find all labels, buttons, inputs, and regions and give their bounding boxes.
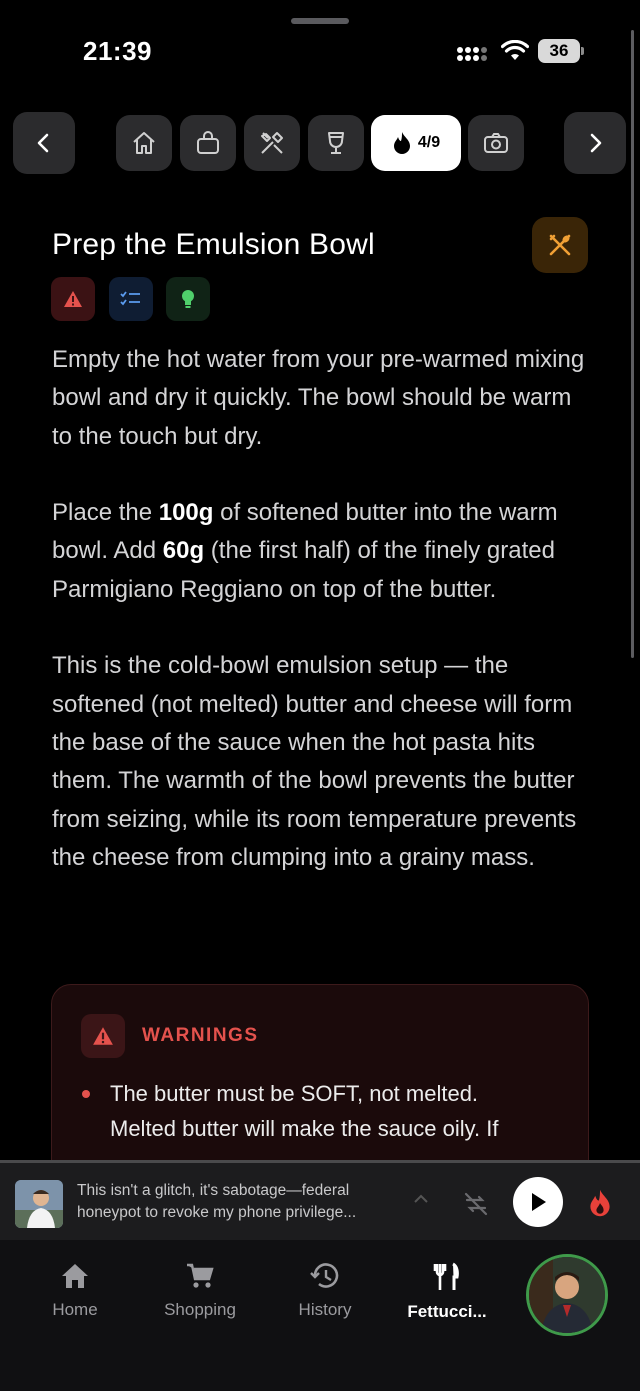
checklist-icon — [120, 291, 140, 306]
tools-icon — [261, 132, 283, 154]
history-icon — [310, 1263, 339, 1288]
tab-shopping[interactable]: Shopping — [140, 1262, 260, 1320]
next-step-button[interactable] — [564, 112, 626, 174]
chip-current-step[interactable]: 4/9 — [371, 115, 461, 171]
wifi-icon — [501, 40, 529, 60]
repeat-off-icon[interactable] — [462, 1190, 490, 1218]
step-counter: 4/9 — [417, 134, 441, 151]
utensils-icon — [433, 1262, 459, 1290]
chip-home[interactable] — [116, 115, 172, 171]
warnings-heading: WARNINGS — [142, 1025, 259, 1046]
warning-badge[interactable] — [51, 277, 95, 321]
signal-icon — [457, 47, 487, 61]
play-button[interactable] — [513, 1177, 563, 1227]
warning-item: The butter must be SOFT, not melted. Mel… — [110, 1081, 499, 1141]
cart-icon — [187, 1263, 214, 1288]
now-playing-text: This isn't a glitch, it's sabotage—feder… — [77, 1182, 357, 1221]
paragraph-3: This is the cold-bowl emulsion setup — t… — [52, 652, 577, 871]
fork-spoon-icon — [549, 234, 571, 256]
home-icon — [133, 132, 155, 154]
battery-indicator: 36 — [538, 39, 580, 63]
flame-icon[interactable] — [588, 1188, 612, 1218]
paragraph-1: Empty the hot water from your pre-warmed… — [52, 346, 585, 450]
home-icon — [62, 1264, 88, 1288]
utensils-button[interactable] — [532, 217, 588, 273]
play-icon — [532, 1193, 546, 1211]
tab-home-label: Home — [52, 1300, 98, 1319]
tab-recipe-label: Fettucci... — [407, 1302, 487, 1321]
sheet-grabber[interactable] — [291, 18, 349, 24]
camera-icon — [484, 133, 508, 153]
chip-camera[interactable] — [468, 115, 524, 171]
lightbulb-icon — [182, 290, 194, 308]
chevron-up-icon[interactable] — [412, 1193, 430, 1205]
cheese-amount: 60g — [162, 537, 205, 565]
battery-nub — [581, 47, 584, 55]
tip-badge[interactable] — [166, 277, 210, 321]
step-title: Prep the Emulsion Bowl — [52, 228, 375, 261]
tab-recipe[interactable]: Fettucci... — [387, 1262, 507, 1322]
chip-tools[interactable] — [244, 115, 300, 171]
p2-text-a: Place the — [52, 499, 159, 527]
chip-shopping[interactable] — [180, 115, 236, 171]
tab-home[interactable]: Home — [15, 1262, 135, 1320]
chip-drinks[interactable] — [308, 115, 364, 171]
shopping-bag-icon — [197, 131, 219, 154]
status-time: 21:39 — [83, 36, 152, 66]
assistant-avatar-button[interactable] — [526, 1254, 608, 1336]
warning-icon — [93, 1027, 113, 1045]
butter-amount: 100g — [158, 499, 214, 527]
chevron-left-icon — [37, 133, 49, 153]
paragraph-2: Place the 100g of softened butter into t… — [52, 494, 597, 609]
scrollbar[interactable] — [631, 30, 634, 658]
cocktail-glass-icon — [328, 132, 344, 154]
step-instructions: Empty the hot water from your pre-warmed… — [52, 341, 597, 915]
warning-bullet — [82, 1090, 90, 1098]
checklist-badge[interactable] — [109, 277, 153, 321]
person-thumbnail-image — [15, 1180, 63, 1228]
warning-icon — [64, 291, 82, 307]
tab-history[interactable]: History — [265, 1262, 385, 1320]
now-playing-thumbnail[interactable] — [15, 1180, 63, 1228]
warnings-icon-box — [81, 1014, 125, 1058]
chevron-right-icon — [590, 133, 602, 153]
flame-icon — [393, 132, 410, 154]
tab-shopping-label: Shopping — [164, 1300, 236, 1319]
chef-avatar-image — [529, 1257, 605, 1333]
prev-step-button[interactable] — [13, 112, 75, 174]
tab-history-label: History — [298, 1300, 352, 1319]
